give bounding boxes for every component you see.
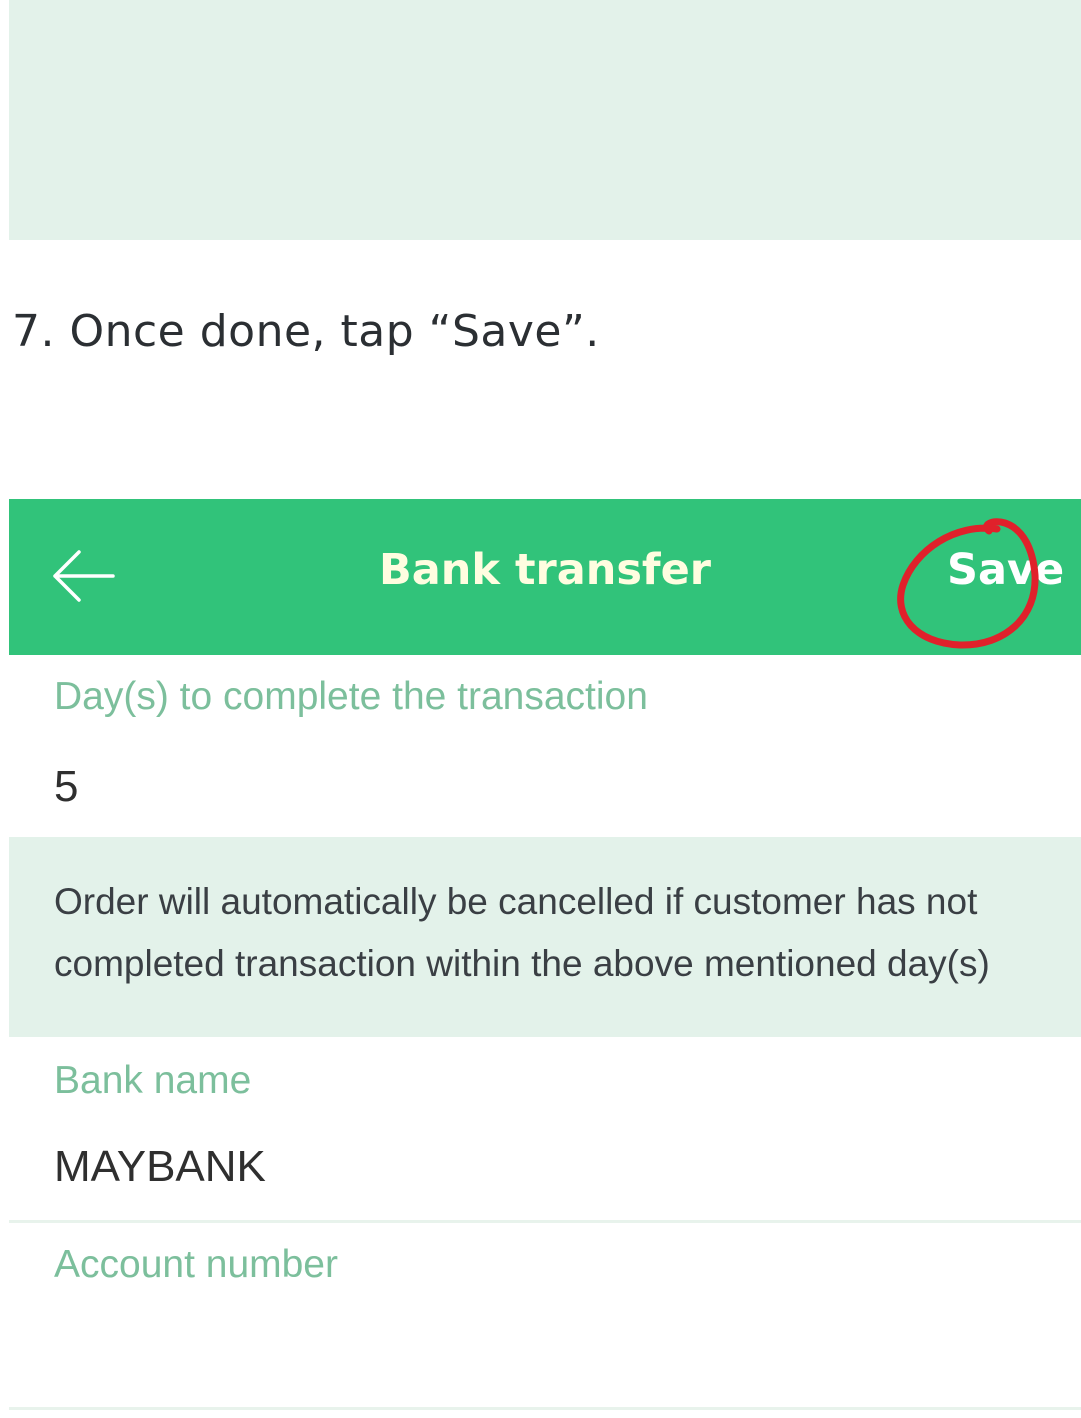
app-bar: Bank transfer Save	[9, 499, 1081, 655]
cancellation-note: Order will automatically be cancelled if…	[9, 837, 1081, 1037]
account-number-input[interactable]	[54, 1319, 1054, 1379]
tutorial-page: 7. Once done, tap “Save”. Bank transfer …	[0, 0, 1081, 1418]
step-instruction: 7. Once done, tap “Save”.	[12, 306, 600, 357]
app-screenshot: Bank transfer Save Day(s) to complete th…	[9, 499, 1081, 1418]
bank-name-divider	[9, 1220, 1081, 1223]
days-input[interactable]: 5	[54, 762, 78, 812]
previous-step-panel	[9, 0, 1081, 240]
page-title: Bank transfer	[378, 545, 712, 595]
bank-name-input[interactable]: MAYBANK	[54, 1142, 266, 1192]
bank-name-label: Bank name	[54, 1059, 252, 1102]
days-label: Day(s) to complete the transaction	[54, 675, 648, 718]
cancellation-note-text: Order will automatically be cancelled if…	[54, 881, 990, 984]
account-number-label: Account number	[54, 1243, 338, 1286]
account-number-divider	[9, 1407, 1081, 1410]
save-button[interactable]: Save	[947, 545, 1064, 595]
